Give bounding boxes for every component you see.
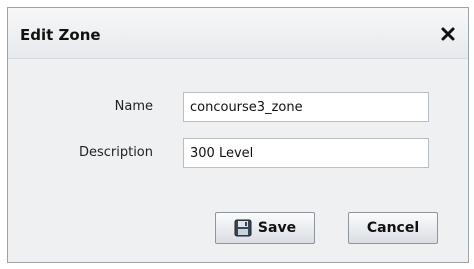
- cancel-button[interactable]: Cancel: [348, 212, 438, 244]
- close-icon[interactable]: [438, 24, 458, 44]
- save-button[interactable]: Save: [215, 212, 315, 244]
- save-icon: [234, 219, 252, 237]
- dialog-title: Edit Zone: [20, 26, 101, 44]
- edit-zone-dialog: Edit Zone Name Description Save Cancel: [7, 7, 469, 263]
- description-label: Description: [78, 145, 153, 160]
- dialog-titlebar: Edit Zone: [8, 8, 468, 59]
- cancel-button-label: Cancel: [366, 220, 420, 236]
- description-field[interactable]: [183, 138, 429, 168]
- name-field[interactable]: [183, 92, 429, 122]
- save-button-label: Save: [257, 220, 297, 236]
- name-label: Name: [114, 99, 153, 114]
